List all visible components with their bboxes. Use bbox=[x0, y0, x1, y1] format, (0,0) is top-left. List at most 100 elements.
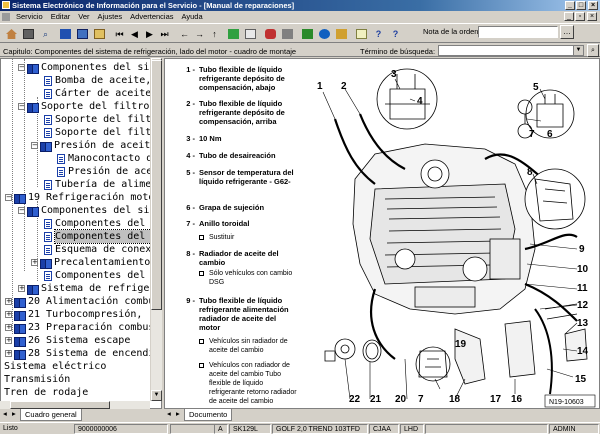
search-icon[interactable]: ⌕ bbox=[38, 27, 53, 41]
tab-scroll-left-icon[interactable]: ◂ bbox=[3, 409, 7, 420]
expand-icon[interactable]: + bbox=[5, 350, 12, 357]
up-icon[interactable]: ↑ bbox=[207, 27, 222, 41]
document-menu-icon[interactable] bbox=[2, 13, 10, 21]
engine-cooling-diagram: 1 2 3 4 5 7 6 8 9 10 11 12 13 14 15 16 1… bbox=[317, 68, 596, 408]
order-note-button[interactable]: … bbox=[560, 25, 574, 39]
callout-1: 1 bbox=[317, 81, 323, 92]
tree-node[interactable]: +23 Preparación combus bbox=[5, 321, 154, 334]
expand-icon[interactable]: + bbox=[31, 259, 38, 266]
tree-node[interactable]: Componentes del s bbox=[44, 217, 157, 230]
tree-node[interactable]: − Componentes del sis bbox=[18, 61, 155, 74]
close-button[interactable]: × bbox=[588, 1, 598, 10]
scroll-down-icon[interactable]: ▼ bbox=[151, 390, 162, 401]
tree-node[interactable]: Soporte del filtr bbox=[44, 113, 157, 126]
tree-node[interactable]: Presión de acei bbox=[57, 165, 158, 178]
scroll-thumb[interactable] bbox=[10, 401, 110, 409]
mdi-minimize-button[interactable]: _ bbox=[564, 12, 574, 21]
callout-21: 21 bbox=[370, 394, 382, 405]
last-page-icon[interactable]: ⏭ bbox=[157, 27, 172, 41]
callout-7: 7 bbox=[529, 129, 535, 140]
book-icon bbox=[40, 141, 52, 152]
menu-servicio[interactable]: Servicio bbox=[12, 11, 47, 23]
menu-advertencias[interactable]: Advertencias bbox=[126, 11, 177, 23]
tree-node[interactable]: +21 Turbocompresión, bbox=[5, 308, 142, 321]
forward-icon[interactable]: → bbox=[192, 27, 207, 41]
docs-icon[interactable] bbox=[92, 27, 107, 41]
help-icon[interactable]: ? bbox=[371, 27, 386, 41]
book-icon[interactable] bbox=[58, 27, 73, 41]
first-page-icon[interactable]: ⏮ bbox=[112, 27, 127, 41]
book-icon bbox=[14, 336, 26, 347]
tab-scroll-right-icon[interactable]: ▸ bbox=[12, 409, 16, 420]
tree-node[interactable]: +20 Alimentación combu bbox=[5, 295, 154, 308]
tree-node[interactable]: Tren de rodaje bbox=[4, 386, 88, 399]
tree-node-selected[interactable]: Componentes del s bbox=[44, 229, 159, 244]
callout-14: 14 bbox=[577, 346, 589, 357]
collapse-icon[interactable]: − bbox=[18, 103, 25, 110]
car-icon[interactable] bbox=[317, 27, 332, 41]
tree-node[interactable]: Esquema de conexi bbox=[44, 243, 157, 256]
bookmark-icon[interactable] bbox=[226, 27, 241, 41]
menu-ayuda[interactable]: Ayuda bbox=[178, 11, 207, 23]
collapse-icon[interactable]: − bbox=[5, 194, 12, 201]
scroll-thumb[interactable] bbox=[151, 60, 162, 310]
vehicle-icon[interactable] bbox=[263, 27, 278, 41]
collapse-icon[interactable]: − bbox=[31, 142, 38, 149]
tab-scroll-left-icon[interactable]: ◂ bbox=[167, 409, 171, 420]
mdi-restore-button[interactable]: ▫ bbox=[575, 12, 585, 21]
expand-icon[interactable]: + bbox=[5, 337, 12, 344]
tree-node[interactable]: + Sistema de refrige bbox=[18, 282, 149, 295]
expand-icon[interactable]: + bbox=[5, 311, 12, 318]
document-icon bbox=[44, 127, 52, 138]
tree-node[interactable]: Sistema eléctrico bbox=[4, 360, 106, 373]
previous-page-icon[interactable]: ◀ bbox=[127, 27, 142, 41]
print-icon[interactable] bbox=[21, 27, 36, 41]
mdi-close-button[interactable]: × bbox=[587, 12, 597, 21]
menu-ver[interactable]: Ver bbox=[74, 11, 93, 23]
search-term-select[interactable]: ▼ bbox=[438, 45, 584, 56]
tree-node[interactable]: + Precalentamiento bbox=[31, 256, 150, 269]
tree-node[interactable]: +28 Sistema de encendi bbox=[5, 347, 154, 360]
callout-18: 18 bbox=[449, 394, 461, 405]
tab-scroll-right-icon[interactable]: ▸ bbox=[176, 409, 180, 420]
expand-icon[interactable]: + bbox=[5, 324, 12, 331]
back-icon[interactable]: ← bbox=[177, 27, 192, 41]
tree-node[interactable]: Manocontacto de bbox=[57, 152, 158, 165]
diagnosis-icon[interactable] bbox=[300, 27, 315, 41]
chevron-down-icon[interactable]: ▼ bbox=[573, 46, 583, 55]
wrench-icon[interactable] bbox=[280, 27, 295, 41]
menu-editar[interactable]: Editar bbox=[47, 11, 75, 23]
info-icon[interactable] bbox=[243, 27, 258, 41]
tab-cuadro-general[interactable]: Cuadro general bbox=[20, 409, 82, 421]
collapse-icon[interactable]: − bbox=[18, 207, 25, 214]
settings-icon[interactable] bbox=[334, 27, 349, 41]
maximize-button[interactable]: □ bbox=[576, 1, 586, 10]
tree-vertical-scrollbar[interactable]: ▲ ▼ bbox=[150, 58, 162, 401]
tree-node[interactable]: Tubería de alimen bbox=[44, 178, 157, 191]
tree-horizontal-scrollbar[interactable] bbox=[0, 401, 150, 409]
document-icon bbox=[44, 218, 52, 229]
expand-icon[interactable]: + bbox=[18, 285, 25, 292]
tree-node[interactable]: −19 Refrigeración moto bbox=[5, 191, 154, 204]
help-context-icon[interactable]: ? bbox=[388, 27, 403, 41]
tab-documento[interactable]: Documento bbox=[184, 409, 233, 421]
home-icon[interactable] bbox=[4, 27, 19, 41]
tree-node[interactable]: +26 Sistema escape bbox=[5, 334, 130, 347]
expand-icon[interactable]: + bbox=[5, 298, 12, 305]
order-note-input[interactable] bbox=[478, 26, 558, 38]
menu-ajustes[interactable]: Ajustes bbox=[94, 11, 127, 23]
tree-node[interactable]: − Componentes del sis bbox=[18, 204, 155, 217]
tree-node[interactable]: Bomba de aceite, bbox=[44, 74, 151, 87]
search-go-button[interactable]: ⌕ bbox=[587, 44, 599, 57]
tree-node[interactable]: Componentes del s bbox=[44, 269, 157, 282]
minimize-button[interactable]: _ bbox=[565, 1, 575, 10]
tree-node[interactable]: Transmisión bbox=[4, 373, 70, 386]
collapse-icon[interactable]: − bbox=[18, 64, 25, 71]
notes-icon[interactable] bbox=[354, 27, 369, 41]
next-page-icon[interactable]: ▶ bbox=[142, 27, 157, 41]
tree-node[interactable]: Cárter de aceite, bbox=[44, 87, 157, 100]
tree-node[interactable]: − Soporte del filtro bbox=[18, 100, 149, 113]
tree-node[interactable]: − Presión de aceite bbox=[31, 139, 156, 152]
open-book-icon[interactable] bbox=[75, 27, 90, 41]
tree-node[interactable]: Soporte del filtr bbox=[44, 126, 157, 139]
